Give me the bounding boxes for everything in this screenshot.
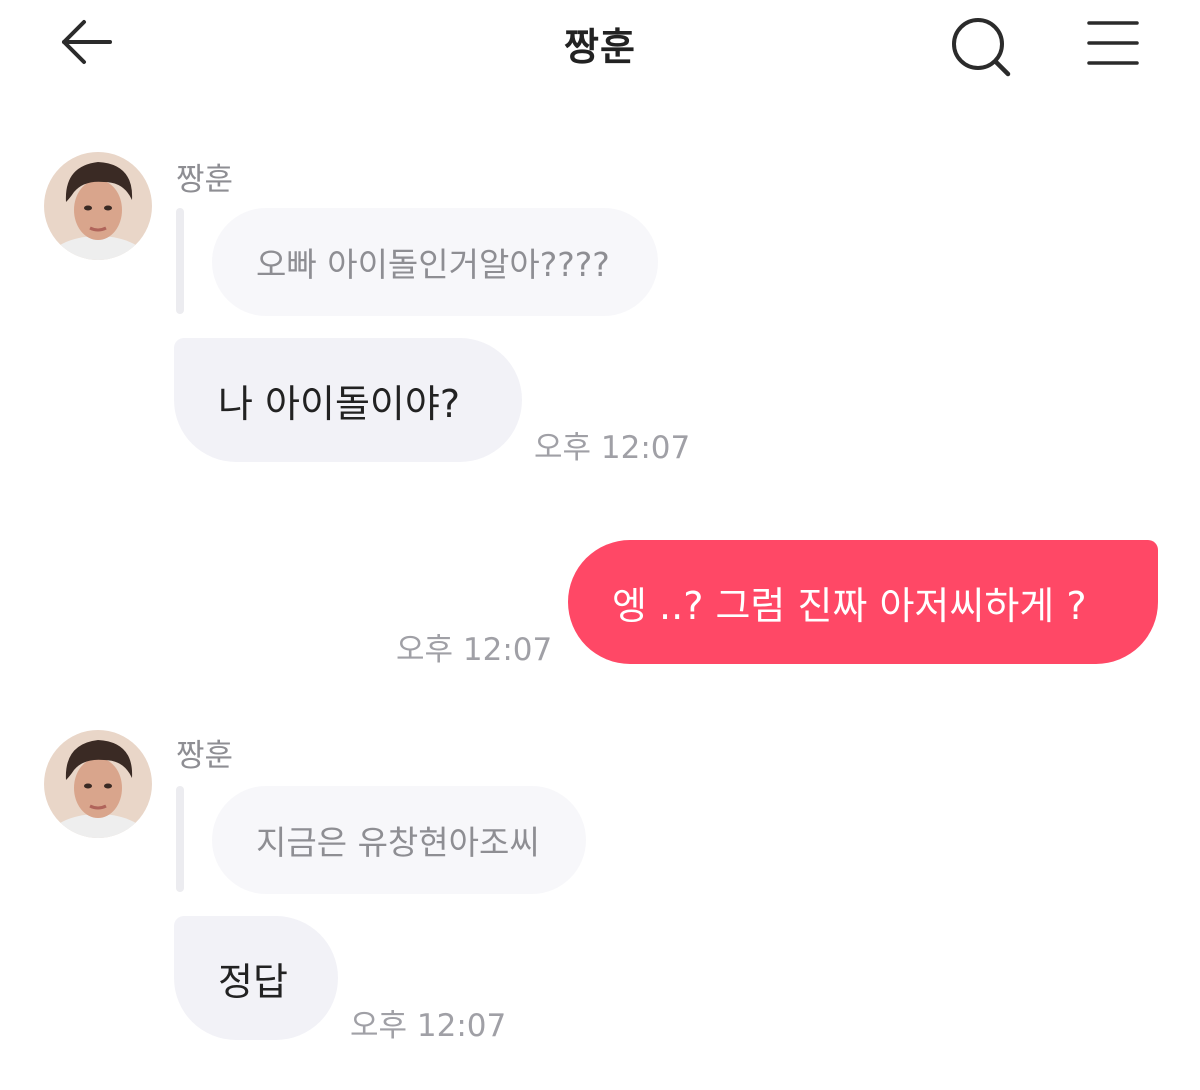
chat-title: 짱훈 — [564, 25, 636, 69]
chat-screen: 짱훈 짱훈 오빠 아이돌인거알아???? 나 아이돌이야? 오후 12:07 오… — [0, 0, 1200, 1090]
avatar[interactable] — [44, 730, 152, 838]
hamburger-menu-icon[interactable] — [1086, 18, 1140, 68]
message-timestamp: 오후 12:07 — [534, 430, 691, 466]
incoming-message-bubble[interactable]: 정답 — [174, 916, 338, 1040]
incoming-message-bubble[interactable]: 나 아이돌이야? — [174, 338, 522, 462]
outgoing-message-bubble[interactable]: 엥 ..? 그럼 진짜 아저씨하게 ? — [568, 540, 1158, 664]
message-timestamp: 오후 12:07 — [350, 1008, 507, 1044]
message-timestamp: 오후 12:07 — [396, 632, 553, 668]
quoted-message[interactable]: 오빠 아이돌인거알아???? — [212, 208, 658, 316]
search-icon[interactable] — [950, 16, 1012, 78]
sender-name: 짱훈 — [176, 738, 234, 774]
reply-quote-bar — [176, 786, 184, 892]
reply-quote-bar — [176, 208, 184, 314]
sender-name: 짱훈 — [176, 162, 234, 198]
quoted-message[interactable]: 지금은 유창현아조씨 — [212, 786, 586, 894]
avatar[interactable] — [44, 152, 152, 260]
chat-header: 짱훈 — [0, 0, 1200, 90]
